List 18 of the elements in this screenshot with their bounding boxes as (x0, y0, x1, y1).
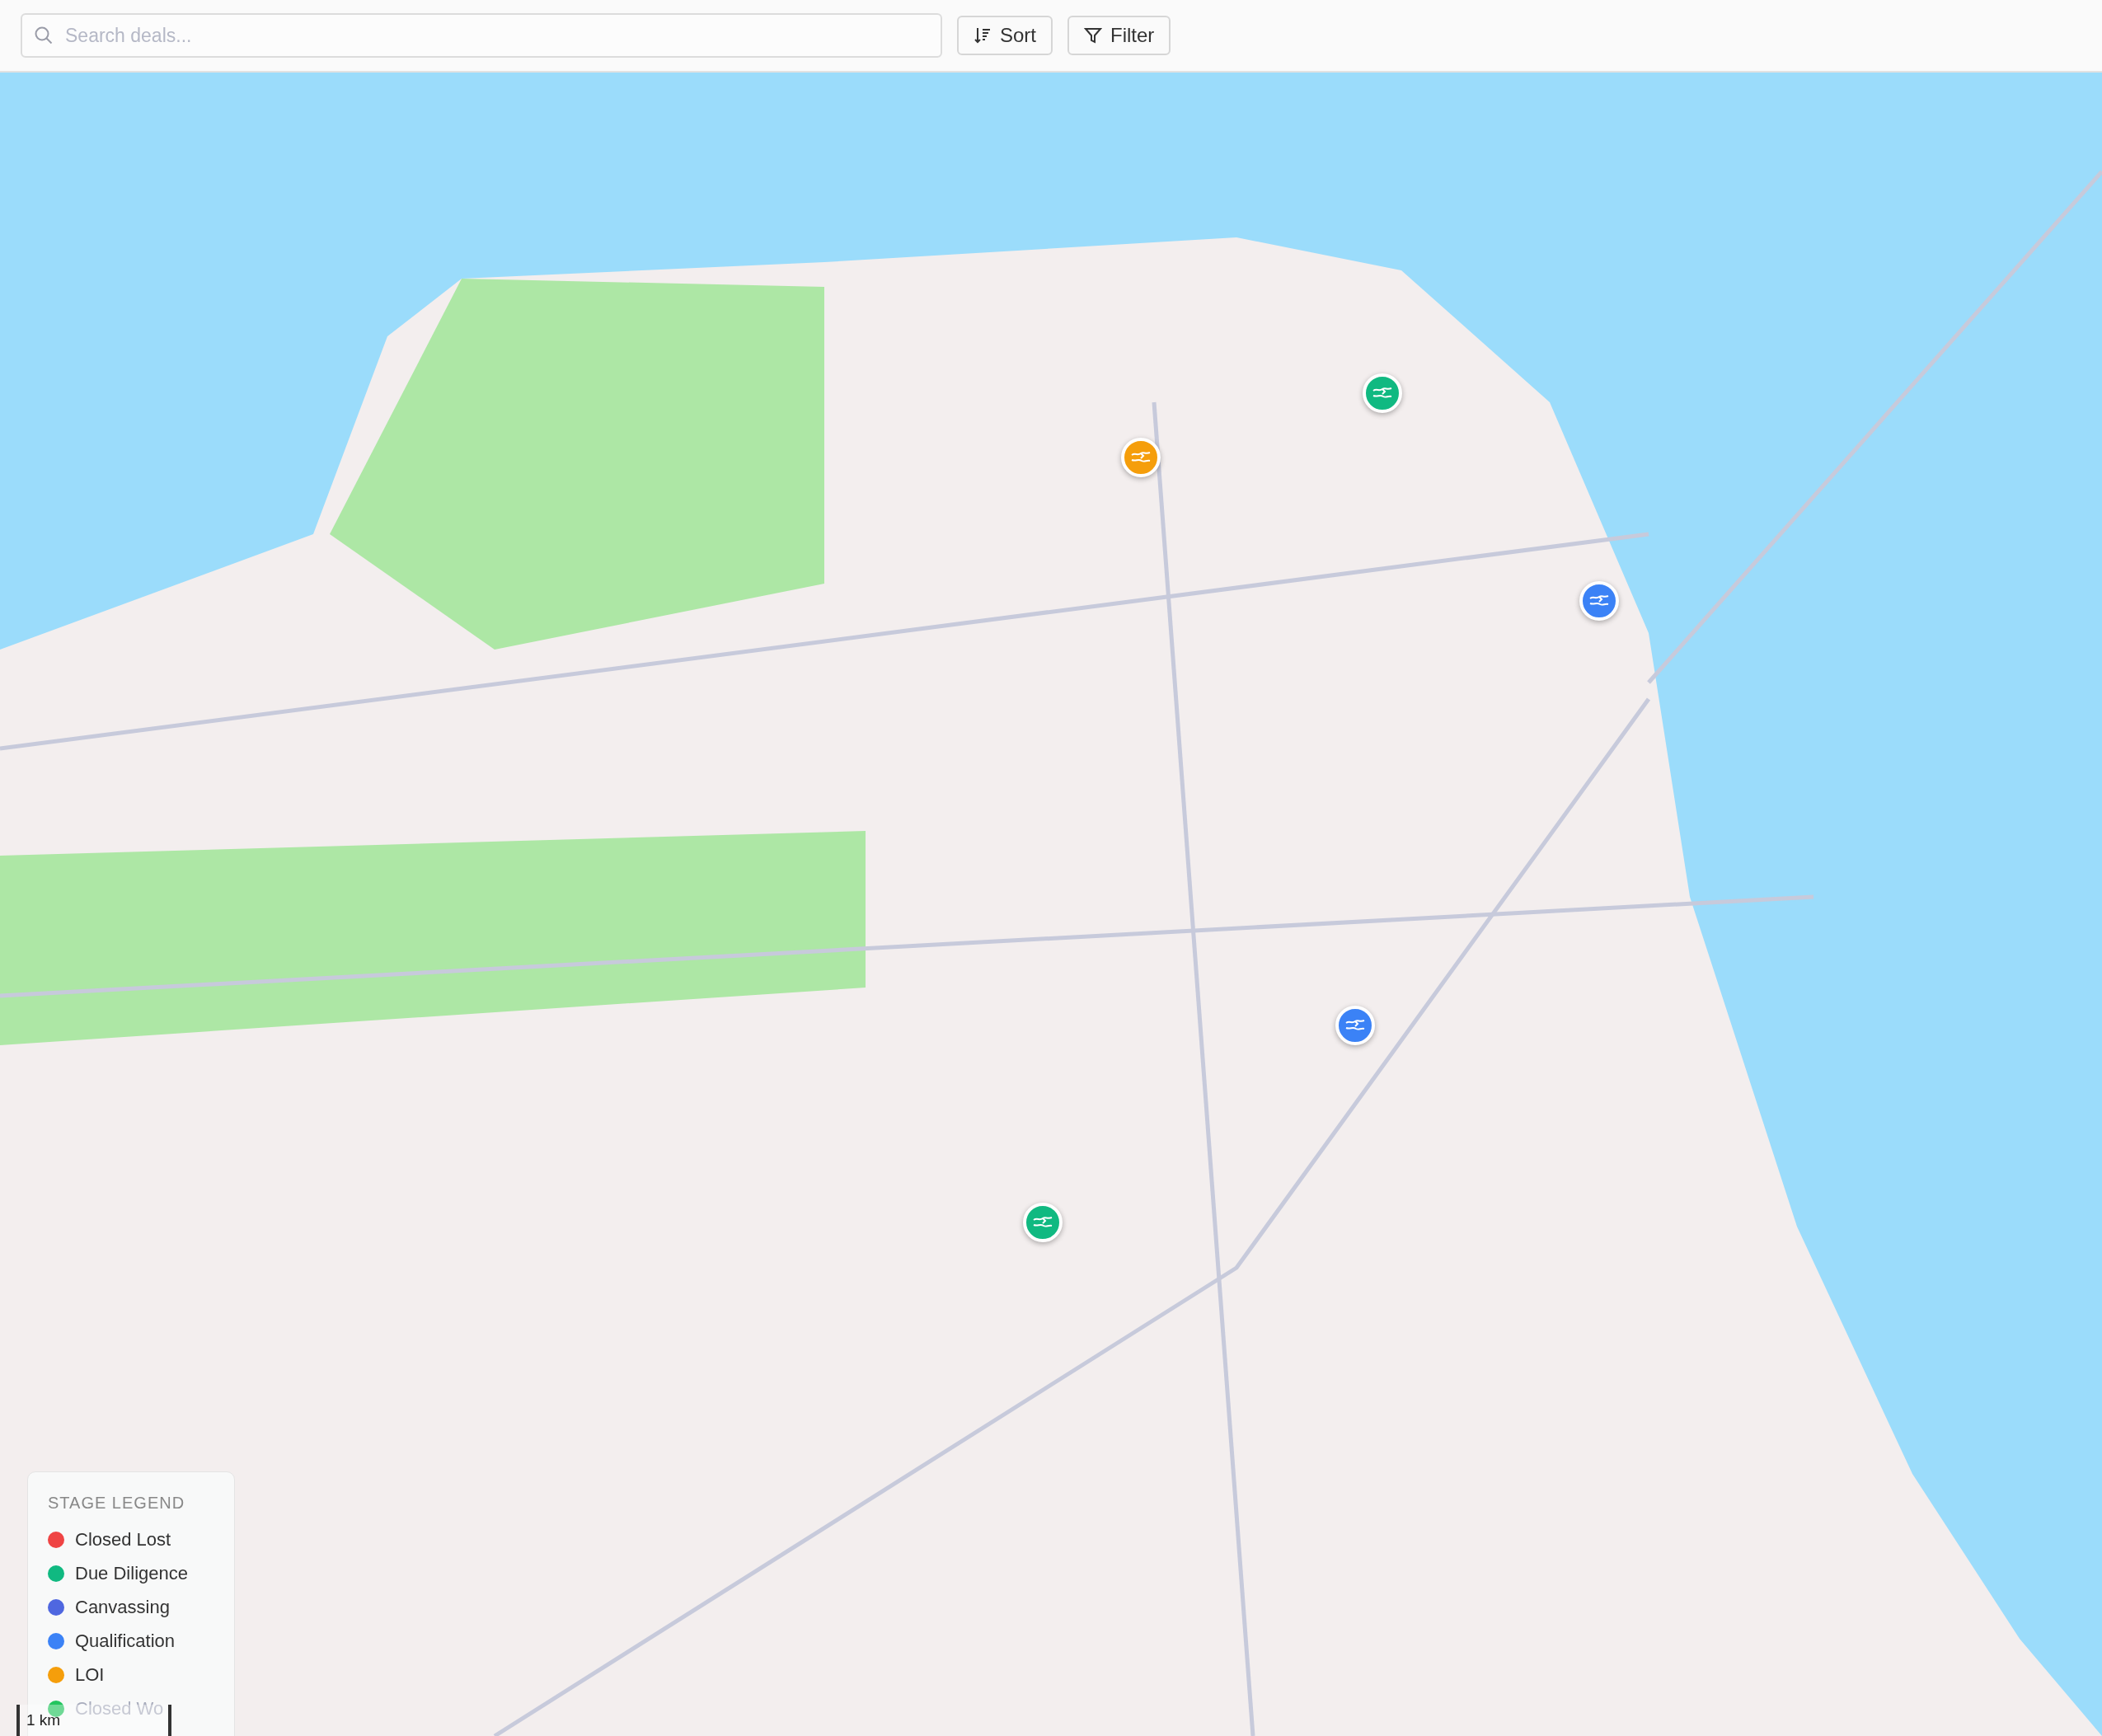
search-icon (34, 26, 54, 45)
stage-label: Closed Lost (75, 1528, 171, 1551)
stage-label: Canvassing (75, 1596, 170, 1618)
legend-title: STAGE LEGEND (48, 1494, 185, 1513)
search-field[interactable]: Search deals... (21, 13, 942, 58)
handshake-icon (1345, 1018, 1365, 1033)
filter-button[interactable]: Filter (1067, 16, 1171, 55)
stage-label: Qualification (75, 1630, 176, 1652)
sort-button[interactable]: Sort (957, 16, 1053, 55)
handshake-icon (1372, 386, 1392, 401)
handshake-icon (1131, 450, 1151, 465)
filter-icon (1084, 26, 1102, 45)
handshake-icon (1589, 594, 1609, 608)
stage-label: Closed Wo (75, 1697, 164, 1720)
stage-label: LOI (75, 1663, 105, 1686)
stage-label: Due Diligence (75, 1562, 188, 1584)
handshake-icon (1033, 1215, 1053, 1230)
sort-icon (974, 26, 992, 45)
